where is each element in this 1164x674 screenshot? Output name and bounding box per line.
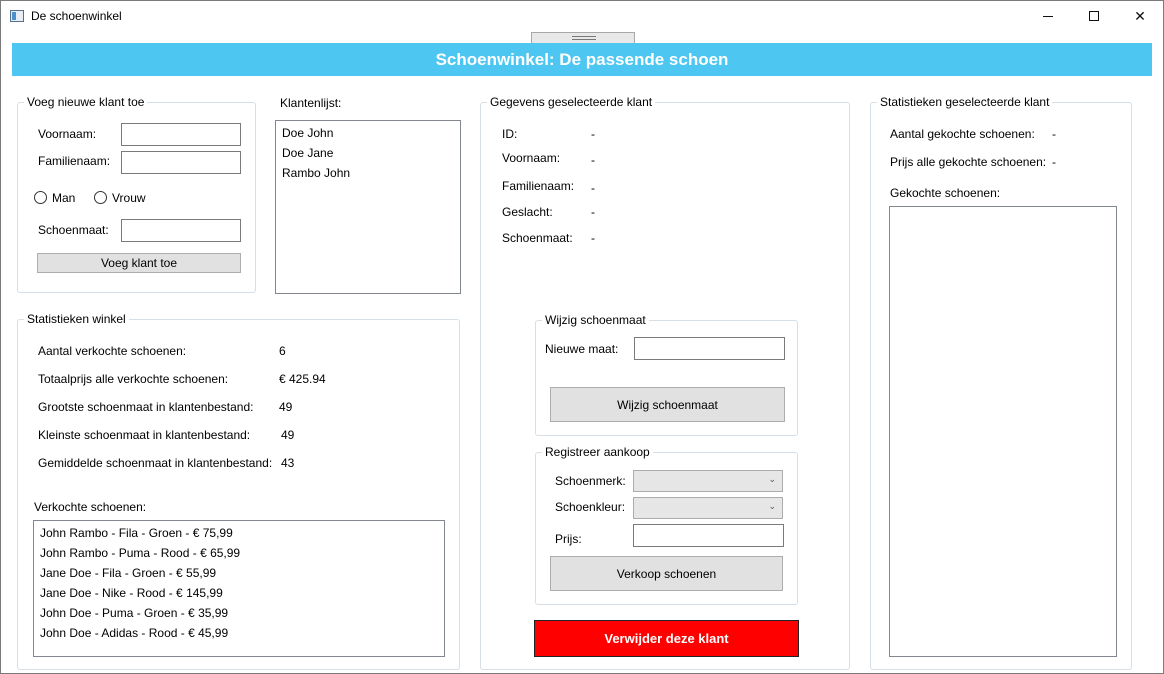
minimize-button[interactable]	[1025, 1, 1071, 31]
avg-size-value: 43	[281, 456, 295, 470]
new-customer-group-title: Voeg nieuwe klant toe	[24, 95, 148, 109]
app-window: De schoenwinkel ✕ Schoenwinkel: De passe…	[0, 0, 1164, 674]
change-size-group-title: Wijzig schoenmaat	[542, 313, 649, 327]
purchase-group-title: Registreer aankoop	[542, 445, 653, 459]
list-item[interactable]: Rambo John	[276, 163, 460, 183]
customer-first-name-label: Voornaam:	[502, 151, 561, 165]
add-customer-button[interactable]: Voeg klant toe	[37, 253, 241, 273]
customer-id-value: -	[591, 127, 595, 141]
customer-gender-value: -	[591, 205, 595, 219]
gender-female-label[interactable]: Vrouw	[112, 191, 146, 205]
gender-male-radio[interactable]	[34, 191, 47, 204]
close-icon: ✕	[1134, 7, 1146, 24]
new-size-field[interactable]	[634, 337, 785, 360]
app-icon	[10, 10, 24, 22]
customer-list[interactable]: Doe John Doe Jane Rambo John	[275, 120, 461, 294]
min-size-label: Kleinste schoenmaat in klantenbestand:	[38, 428, 251, 442]
brand-select[interactable]: ⌄	[633, 470, 783, 492]
bought-shoes-list[interactable]	[889, 206, 1117, 657]
customer-stats-group-title: Statistieken geselecteerde klant	[877, 95, 1053, 109]
title-bar[interactable]: De schoenwinkel ✕	[1, 1, 1163, 31]
sell-shoes-button[interactable]: Verkoop schoenen	[550, 556, 783, 591]
customer-last-name-label: Familienaam:	[502, 179, 575, 193]
color-select[interactable]: ⌄	[633, 497, 783, 519]
delete-customer-button[interactable]: Verwijder deze klant	[534, 620, 799, 657]
list-item[interactable]: John Doe - Puma - Groen - € 35,99	[34, 603, 444, 623]
bought-price-label: Prijs alle gekochte schoenen:	[890, 155, 1047, 169]
total-price-value: € 425.94	[279, 372, 326, 386]
chevron-down-icon: ⌄	[768, 501, 776, 511]
brand-label: Schoenmerk:	[555, 474, 626, 488]
customer-gender-label: Geslacht:	[502, 205, 553, 219]
list-item[interactable]: Doe Jane	[276, 143, 460, 163]
customer-shoe-size-value: -	[591, 231, 595, 245]
last-name-label: Familienaam:	[38, 154, 111, 168]
first-name-field[interactable]	[121, 123, 241, 146]
first-name-label: Voornaam:	[38, 127, 97, 141]
gender-male-label[interactable]: Man	[52, 191, 75, 205]
total-price-label: Totaalprijs alle verkochte schoenen:	[38, 372, 229, 386]
price-field[interactable]	[633, 524, 784, 547]
bought-shoes-label: Gekochte schoenen:	[890, 186, 1001, 200]
list-item[interactable]: Doe John	[276, 123, 460, 143]
list-item[interactable]: John Rambo - Fila - Groen - € 75,99	[34, 523, 444, 543]
last-name-field[interactable]	[121, 151, 241, 174]
close-button[interactable]: ✕	[1117, 1, 1163, 31]
page-header: Schoenwinkel: De passende schoen	[12, 43, 1152, 76]
bought-count-label: Aantal gekochte schoenen:	[890, 127, 1035, 141]
customer-first-name-value: -	[591, 153, 595, 167]
customer-shoe-size-label: Schoenmaat:	[502, 231, 573, 245]
sold-count-label: Aantal verkochte schoenen:	[38, 344, 187, 358]
min-size-value: 49	[281, 428, 295, 442]
minimize-icon	[1043, 15, 1053, 17]
store-stats-group-title: Statistieken winkel	[24, 312, 129, 326]
avg-size-label: Gemiddelde schoenmaat in klantenbestand:	[38, 456, 273, 470]
customer-id-label: ID:	[502, 127, 518, 141]
sold-count-value: 6	[279, 344, 286, 358]
gender-female-radio[interactable]	[94, 191, 107, 204]
chevron-down-icon: ⌄	[768, 474, 776, 484]
maximize-icon	[1089, 11, 1099, 21]
list-item[interactable]: Jane Doe - Fila - Groen - € 55,99	[34, 563, 444, 583]
list-item[interactable]: Jane Doe - Nike - Rood - € 145,99	[34, 583, 444, 603]
sold-shoes-list[interactable]: John Rambo - Fila - Groen - € 75,99 John…	[33, 520, 445, 657]
color-label: Schoenkleur:	[555, 500, 626, 514]
customer-list-label: Klantenlijst:	[280, 96, 342, 110]
list-item[interactable]: John Rambo - Puma - Rood - € 65,99	[34, 543, 444, 563]
new-size-label: Nieuwe maat:	[545, 342, 619, 356]
change-size-button[interactable]: Wijzig schoenmaat	[550, 387, 785, 422]
shoe-size-field[interactable]	[121, 219, 241, 242]
bought-price-value: -	[1052, 155, 1056, 169]
max-size-label: Grootste schoenmaat in klantenbestand:	[38, 400, 254, 414]
window-title: De schoenwinkel	[31, 9, 122, 23]
sold-shoes-label: Verkochte schoenen:	[34, 500, 147, 514]
selected-customer-group-title: Gegevens geselecteerde klant	[487, 95, 656, 109]
max-size-value: 49	[279, 400, 293, 414]
list-item[interactable]: John Doe - Adidas - Rood - € 45,99	[34, 623, 444, 643]
customer-last-name-value: -	[591, 181, 595, 195]
maximize-button[interactable]	[1071, 1, 1117, 31]
price-label: Prijs:	[555, 532, 582, 546]
bought-count-value: -	[1052, 127, 1056, 141]
shoe-size-label: Schoenmaat:	[38, 223, 109, 237]
